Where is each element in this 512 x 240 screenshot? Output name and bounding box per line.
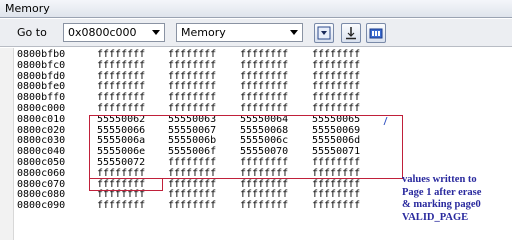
chevron-down-icon[interactable] [290,30,298,35]
memory-type-select[interactable]: Memory [176,23,303,42]
step-icon [346,27,356,40]
annotation-line: Page 1 after erase [402,186,482,198]
watch-icon [369,28,383,39]
row-address: 0800c010 [17,113,66,125]
window-title: Memory [0,0,512,18]
step-button[interactable] [341,23,361,43]
annotation-highlight-box [89,115,403,179]
row-address: 0800bfc0 [17,59,66,71]
dropdown-arrow-icon [317,26,331,40]
memory-word[interactable]: ffffffff [240,200,288,212]
annotation-box-edge [89,190,163,191]
annotation-line: & marking page0 [402,199,481,210]
annotation-line: values written to [402,174,477,185]
watch-button[interactable] [366,23,386,43]
annotation-line: VALID_PAGE [402,211,469,223]
memory-word[interactable]: ffffffff [312,200,360,212]
memory-word[interactable]: ffffffff [168,200,216,212]
options-dropdown-button[interactable] [314,23,334,43]
memory-word[interactable]: ffffffff [240,60,288,72]
memory-word[interactable]: ffffffff [97,200,145,212]
address-value: 0x0800c000 [68,26,137,39]
chevron-down-icon[interactable] [152,30,160,35]
annotation-text: values written to Page 1 after erase & m… [402,174,512,224]
goto-label: Go to [17,26,47,39]
memory-word[interactable]: ffffffff [97,60,145,72]
row-address: 0800c060 [17,167,66,179]
address-combobox[interactable]: 0x0800c000 [63,23,165,42]
memory-view[interactable]: 0800bfb0 ffffffff ffffffff ffffffff ffffffff… [0,48,512,240]
memory-word[interactable]: ffffffff [312,60,360,72]
memory-type-value: Memory [181,26,226,39]
row-address: 0800c090 [17,200,66,212]
annotation-box-edge [162,179,163,191]
memory-toolbar: Go to 0x0800c000 Memory [0,19,512,47]
memory-word[interactable]: ffffffff [168,60,216,72]
